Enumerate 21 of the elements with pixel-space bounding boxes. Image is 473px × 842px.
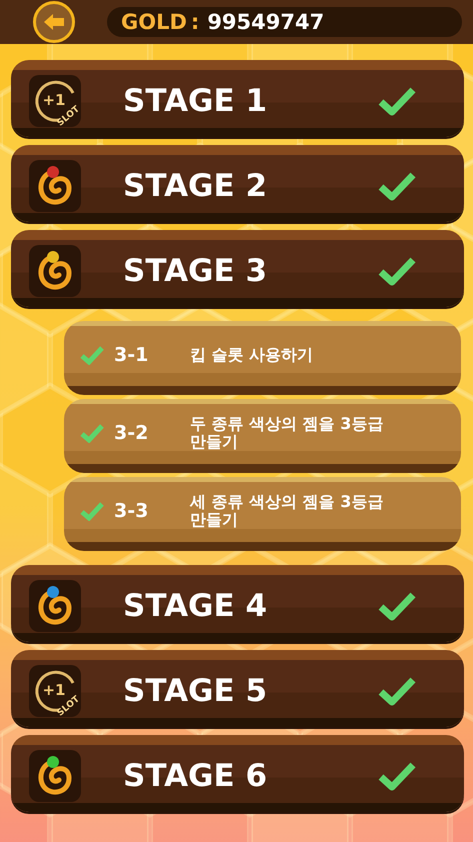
- stage-title: STAGE 1: [123, 82, 268, 118]
- stage-title: STAGE 5: [123, 672, 268, 708]
- stage-title: STAGE 6: [123, 758, 268, 794]
- currency-separator: :: [190, 10, 200, 34]
- back-button[interactable]: [33, 1, 75, 43]
- mission-description: 세 종류 색상의 젬을 3등급 만들기: [190, 493, 384, 529]
- mission-number: 3-2: [114, 422, 150, 444]
- mission-description: 두 종류 색상의 젬을 3등급 만들기: [190, 415, 384, 451]
- stage-row[interactable]: STAGE 3: [11, 230, 464, 307]
- stage-title: STAGE 3: [123, 252, 268, 288]
- currency-amount: 99549747: [207, 10, 324, 34]
- stage-row[interactable]: STAGE 6: [11, 735, 464, 812]
- currency-label: GOLD: [121, 10, 187, 34]
- stage-title: STAGE 2: [123, 168, 268, 204]
- mission-number: 3-3: [114, 500, 150, 522]
- mission-number: 3-1: [114, 344, 150, 366]
- stage-title: STAGE 4: [123, 588, 268, 624]
- stage-row[interactable]: STAGE 2: [11, 145, 464, 222]
- stage-row[interactable]: STAGE 4: [11, 565, 464, 642]
- arrow-left-icon: [43, 13, 65, 31]
- mission-description: 킵 슬롯 사용하기: [190, 346, 314, 364]
